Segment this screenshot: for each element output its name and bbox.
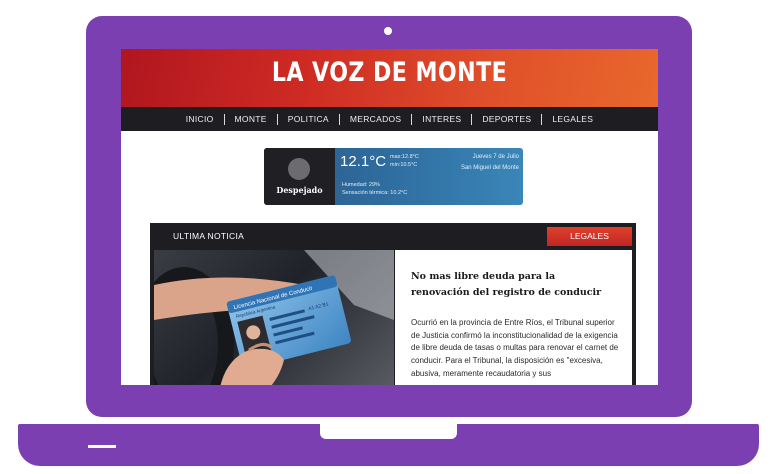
news-photo[interactable]: Licencia Nacional de Conducir República … xyxy=(154,250,394,385)
weather-condition-panel: Despejado xyxy=(264,148,335,205)
section-label: ULTIMA NOTICIA xyxy=(173,231,245,241)
laptop-screen: LA VOZ DE MONTE INICIO MONTE POLITICA MERCA… xyxy=(121,49,658,385)
news-card-header: ULTIMA NOTICIA LEGALES xyxy=(150,223,636,249)
navbar: INICIO MONTE POLITICA MERCADOS INTERES DEPORT… xyxy=(121,107,658,131)
nav-item-mercados[interactable]: MERCADOS xyxy=(340,114,412,124)
weather-temperature: 12.1°C xyxy=(340,153,387,170)
license-photo-illustration: Licencia Nacional de Conducir República … xyxy=(154,250,394,385)
nav-item-interes[interactable]: INTERES xyxy=(412,114,471,124)
category-badge[interactable]: LEGALES xyxy=(547,227,632,246)
nav-item-politica[interactable]: POLITICA xyxy=(278,114,339,124)
news-headline[interactable]: No mas libre deuda para la renovación de… xyxy=(411,269,616,301)
weather-widget: Despejado 12.1°C max:12.8°C min:10.5°C J… xyxy=(264,148,523,205)
nav-menu: INICIO MONTE POLITICA MERCADOS INTERES DEPORT… xyxy=(121,107,658,131)
nav-item-deportes[interactable]: DEPORTES xyxy=(472,114,541,124)
latest-news-card: ULTIMA NOTICIA LEGALES Licencia Nacional… xyxy=(150,223,636,385)
nav-item-monte[interactable]: MONTE xyxy=(225,114,277,124)
site-title[interactable]: LA VOZ DE MONTE xyxy=(169,57,609,88)
weather-feels-like: Sensación térmica: 10.2°C xyxy=(342,190,408,196)
trackpad-notch xyxy=(320,424,457,439)
weather-min: min:10.5°C xyxy=(390,162,418,168)
weather-condition: Despejado xyxy=(276,185,323,195)
news-article: No mas libre deuda para la renovación de… xyxy=(395,250,632,385)
weather-date: Jueves 7 de Julio xyxy=(472,154,519,160)
webcam-dot xyxy=(384,27,392,35)
weather-humidity: Humedad: 29% xyxy=(342,182,380,188)
base-indicator xyxy=(88,445,116,448)
weather-max: max:12.8°C xyxy=(390,154,419,160)
news-excerpt: Ocurrió en la provincia de Entre Ríos, e… xyxy=(411,318,619,378)
masthead: LA VOZ DE MONTE xyxy=(121,49,658,107)
weather-location: San Miguel del Monte xyxy=(460,165,519,171)
nav-item-inicio[interactable]: INICIO xyxy=(176,114,224,124)
moon-icon xyxy=(288,158,310,180)
nav-item-legales[interactable]: LEGALES xyxy=(542,114,603,124)
